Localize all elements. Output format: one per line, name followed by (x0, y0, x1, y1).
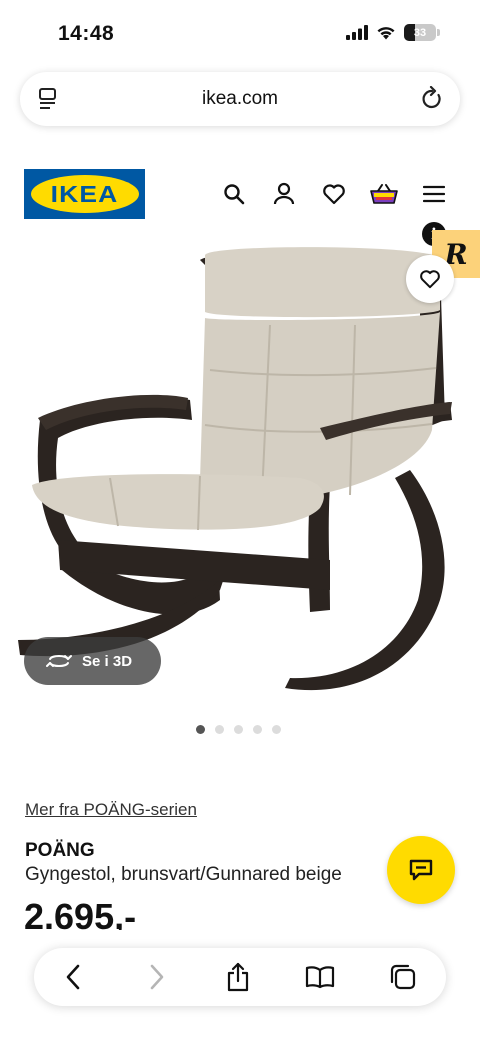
heart-icon (323, 184, 345, 205)
back-button[interactable] (58, 962, 88, 992)
battery-level: 33 (413, 26, 427, 39)
seat-cushion (32, 474, 324, 530)
heart-icon (420, 270, 440, 289)
wishlist-button[interactable] (406, 255, 454, 303)
shopping-bag-icon (370, 184, 398, 204)
carousel-dot[interactable] (215, 725, 224, 734)
rotate-3d-icon (46, 655, 72, 667)
header-icons (220, 180, 448, 208)
view-3d-label: Se i 3D (82, 652, 133, 670)
tabs-button[interactable] (388, 962, 418, 992)
chat-icon (409, 859, 433, 881)
series-link[interactable]: Mer fra POÄNG-serien (25, 800, 197, 820)
search-icon (224, 184, 245, 205)
carousel-dots (196, 725, 281, 734)
address-bar[interactable]: ikea.com (20, 72, 460, 126)
hamburger-menu-icon (423, 185, 445, 203)
status-icons: 33 (346, 24, 440, 41)
share-button[interactable] (223, 962, 253, 992)
cellular-signal-icon (346, 25, 368, 40)
bookmarks-button[interactable] (305, 962, 335, 992)
favourites-button[interactable] (320, 180, 348, 208)
product-price: 2.695,- (24, 896, 137, 930)
chevron-left-icon (66, 964, 80, 990)
carousel-dot[interactable] (234, 725, 243, 734)
logo-text: IKEA (50, 180, 119, 207)
reload-icon[interactable] (420, 86, 444, 112)
status-bar: 14:48 33 (0, 0, 480, 64)
chat-button[interactable] (387, 836, 455, 904)
browser-toolbar (34, 948, 446, 1006)
status-time: 14:48 (58, 22, 115, 45)
battery-icon: 33 (404, 24, 436, 41)
carousel-dot[interactable] (196, 725, 205, 734)
carousel-dot[interactable] (272, 725, 281, 734)
carousel-dot[interactable] (253, 725, 262, 734)
menu-button[interactable] (420, 180, 448, 208)
view-3d-button[interactable]: Se i 3D (24, 637, 161, 685)
wifi-icon (377, 27, 395, 40)
forward-button[interactable] (142, 962, 172, 992)
share-icon (227, 962, 249, 992)
back-cushion (200, 312, 440, 500)
search-button[interactable] (220, 180, 248, 208)
product-name: POÄNG (25, 840, 95, 861)
cart-button[interactable] (370, 180, 398, 208)
book-icon (305, 966, 335, 989)
user-icon (273, 182, 295, 205)
tabs-icon (390, 964, 416, 990)
ikea-logo[interactable]: IKEA (24, 169, 145, 219)
profile-button[interactable] (270, 180, 298, 208)
url-text[interactable]: ikea.com (20, 88, 460, 110)
product-description: Gyngestol, brunsvart/Gunnared beige (25, 864, 342, 885)
chevron-right-icon (150, 964, 164, 990)
headrest-cushion (205, 247, 440, 318)
